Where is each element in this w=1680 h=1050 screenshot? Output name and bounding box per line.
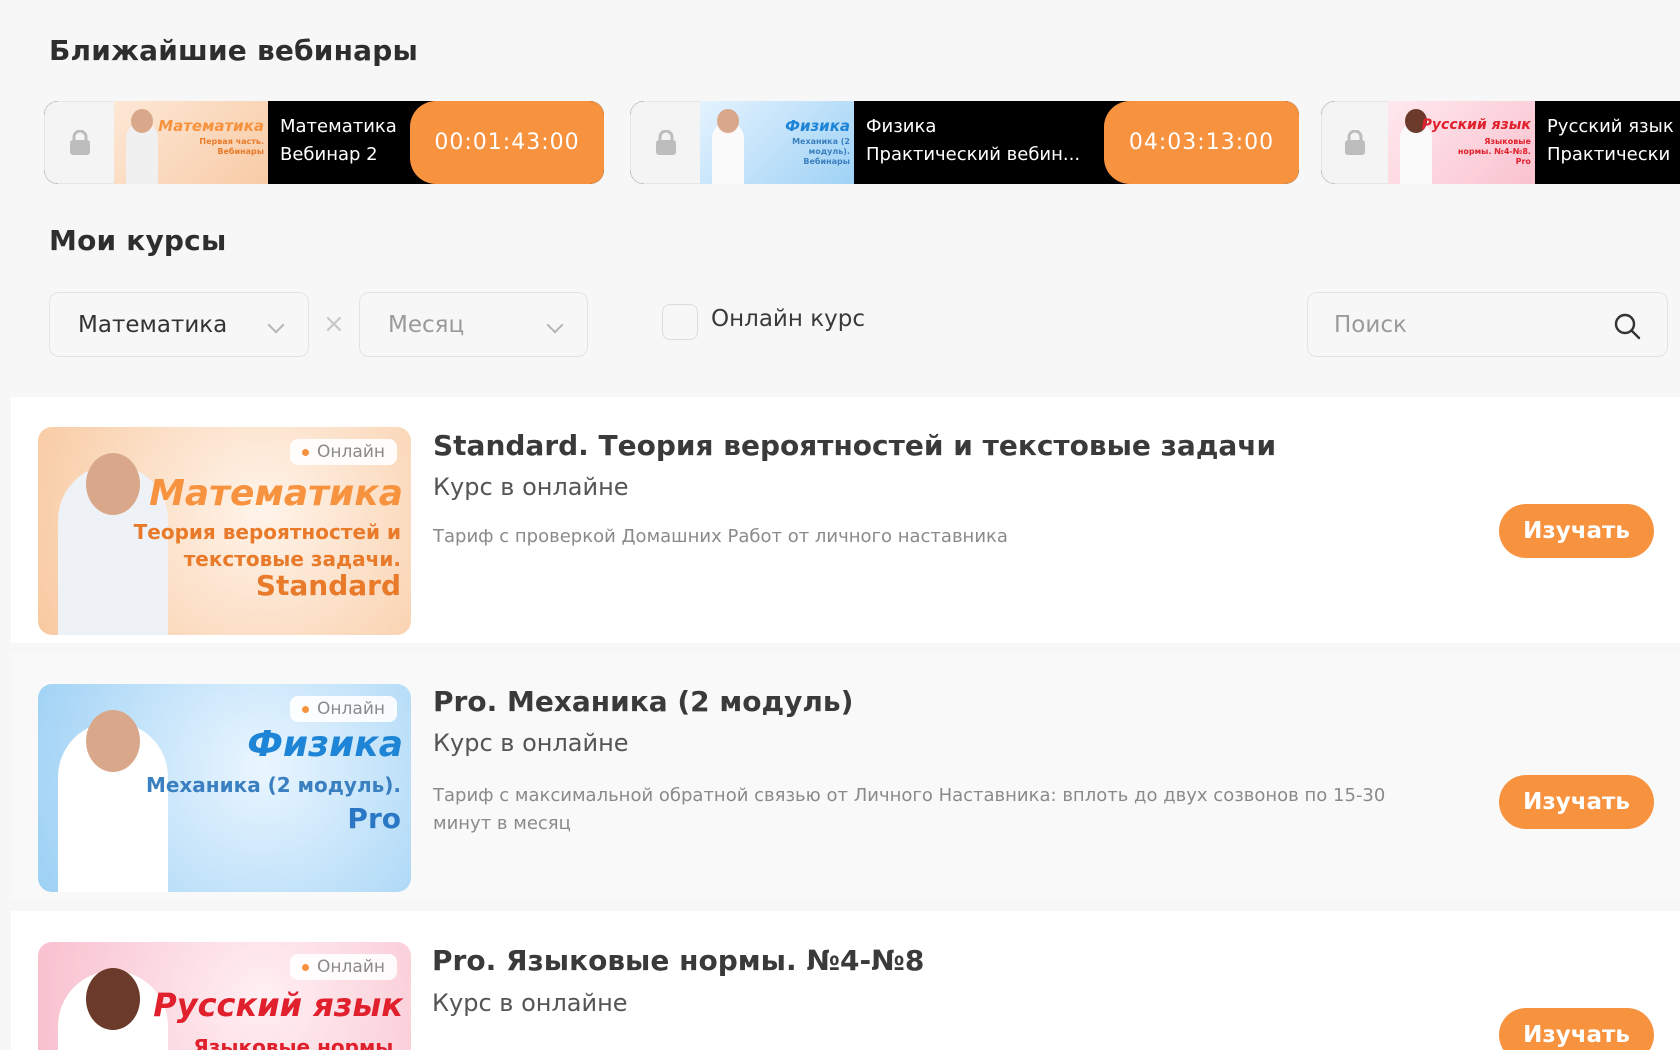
course-thumb-subtitle: Теория вероятностей и текстовые задачи. [133, 520, 401, 571]
lock-icon [1321, 101, 1388, 184]
month-select-placeholder: Месяц [388, 311, 465, 338]
course-thumb-tier: Standard [255, 569, 401, 602]
webinar-info: Физика Практический вебин... [854, 101, 1104, 184]
course-title[interactable]: Pro. Языковые нормы. №4-№8 [432, 944, 924, 977]
webinar-thumb-subtitle: Первая часть. Вебинары [199, 137, 264, 156]
online-badge: Онлайн [290, 439, 397, 465]
online-course-checkbox[interactable] [662, 304, 698, 340]
course-description: Тариф с максимальной обратной связью от … [433, 785, 1386, 834]
course-row: Онлайн Физика Механика (2 модуль). Pro P… [11, 653, 1680, 899]
online-badge: Онлайн [290, 696, 397, 722]
course-type: Курс в онлайне [433, 729, 629, 757]
study-button[interactable]: Изучать [1499, 775, 1654, 829]
webinar-subject: Физика [866, 116, 937, 137]
month-select[interactable]: Месяц [359, 292, 588, 357]
study-button[interactable]: Изучать [1499, 1008, 1654, 1050]
webinar-card-russian[interactable]: Русский язык Языковые нормы. №4-№8. Pro … [1321, 101, 1680, 184]
course-thumb-tier: Pro [347, 802, 401, 835]
webinar-subject: Русский язык [1546, 116, 1674, 137]
online-course-label: Онлайн курс [711, 306, 865, 332]
webinar-info: Русский язык Практически [1535, 101, 1680, 184]
webinar-countdown: 00:01:43:00 [410, 101, 604, 184]
course-thumb-subtitle: Языковые нормы. [193, 1035, 401, 1050]
webinar-thumb-subtitle: Языковые нормы. №4-№8. Pro [1457, 137, 1531, 166]
course-row: Онлайн Русский язык Языковые нормы. Pro.… [11, 911, 1680, 1050]
course-title[interactable]: Pro. Механика (2 модуль) [433, 685, 853, 718]
webinar-card-physics[interactable]: Физика Механика (2 модуль). Вебинары Физ… [630, 101, 1299, 184]
chevron-down-icon [267, 316, 285, 334]
course-thumbnail: Онлайн Математика Теория вероятностей и … [38, 427, 411, 635]
webinar-thumb-title: Физика [785, 117, 850, 135]
subject-select-value: Математика [78, 311, 228, 338]
course-thumbnail: Онлайн Физика Механика (2 модуль). Pro [38, 684, 411, 892]
course-thumbnail: Онлайн Русский язык Языковые нормы. [38, 942, 411, 1050]
course-title[interactable]: Standard. Теория вероятностей и текстовы… [433, 429, 1276, 462]
course-type: Курс в онлайне [432, 989, 628, 1017]
search-box [1307, 292, 1668, 357]
subject-select[interactable]: Математика [49, 292, 309, 357]
webinar-thumb-subtitle: Механика (2 модуль). Вебинары [792, 137, 850, 166]
course-description: Тариф с проверкой Домашних Работ от личн… [433, 526, 1008, 547]
course-type: Курс в онлайне [433, 473, 629, 501]
course-row: Онлайн Математика Теория вероятностей и … [11, 397, 1680, 643]
webinar-card-math[interactable]: Математика Первая часть. Вебинары Матема… [44, 101, 604, 184]
webinar-thumbnail: Русский язык Языковые нормы. №4-№8. Pro [1387, 101, 1535, 184]
webinar-thumb-title: Математика [158, 117, 264, 135]
study-button[interactable]: Изучать [1499, 504, 1654, 558]
search-input[interactable] [1334, 311, 1604, 338]
course-thumb-title: Физика [247, 724, 403, 765]
webinar-thumb-title: Русский язык [1421, 117, 1531, 133]
course-thumb-title: Математика [149, 473, 403, 514]
course-thumb-title: Русский язык [153, 986, 403, 1024]
webinar-name: Вебинар 2 [280, 144, 378, 165]
courses-section-title: Мои курсы [49, 224, 227, 257]
course-thumb-subtitle: Механика (2 модуль). [145, 773, 401, 797]
webinar-name: Практический вебин... [866, 144, 1081, 165]
webinar-info: Математика Вебинар 2 [268, 101, 409, 184]
webinar-thumbnail: Математика Первая часть. Вебинары [114, 101, 268, 184]
webinar-countdown: 04:03:13:00 [1104, 101, 1299, 184]
webinars-section-title: Ближайшие вебинары [49, 34, 419, 67]
webinar-name: Практически [1546, 144, 1671, 165]
lock-icon [630, 101, 700, 184]
clear-filter-icon[interactable]: × [323, 309, 345, 339]
lock-icon [44, 101, 114, 184]
online-badge: Онлайн [290, 954, 397, 980]
search-icon[interactable] [1613, 312, 1641, 340]
chevron-down-icon [546, 316, 564, 334]
webinar-subject: Математика [280, 116, 397, 137]
webinar-thumbnail: Физика Механика (2 модуль). Вебинары [700, 101, 854, 184]
